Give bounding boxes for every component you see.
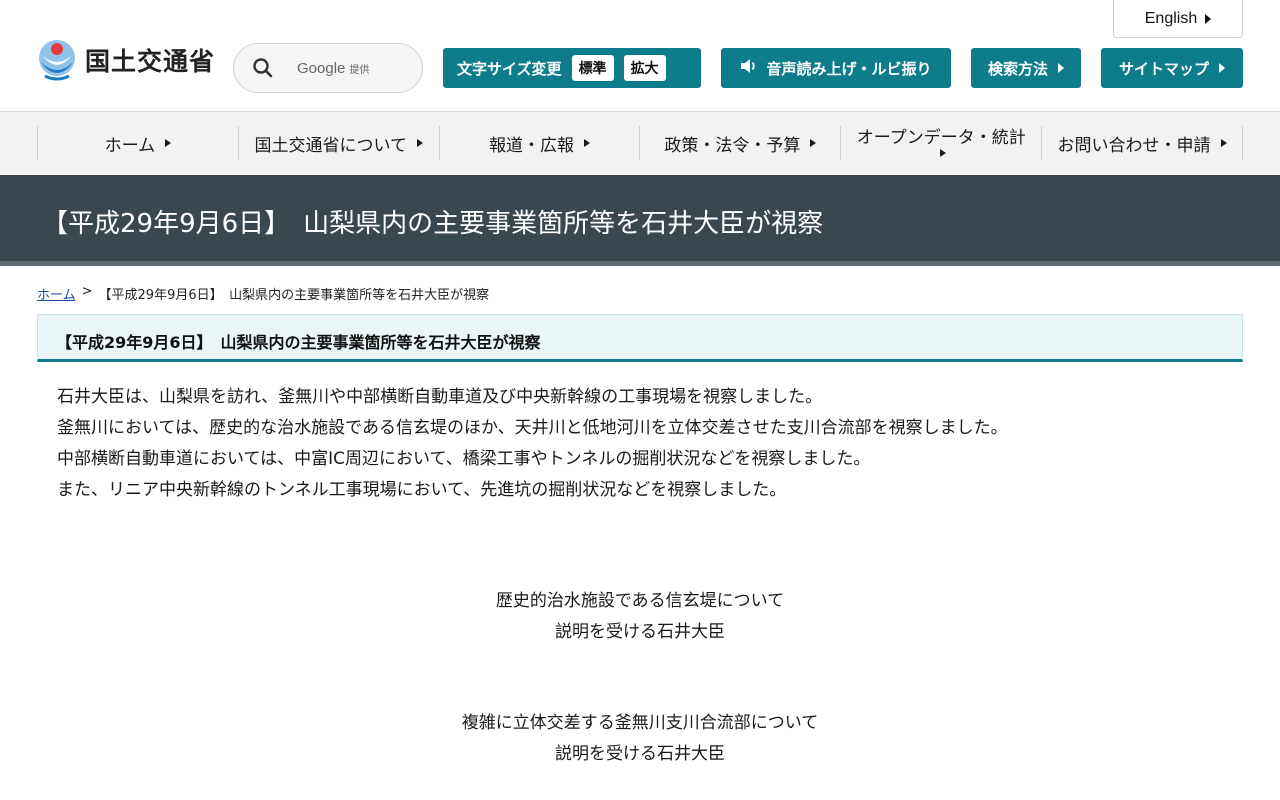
nav-item-label: 国土交通省について [254,135,407,156]
photo-caption: 複雑に立体交差する釜無川支川合流部について 説明を受ける石井大臣 [0,708,1280,770]
nav-item-label: お問い合わせ・申請 [1057,135,1211,156]
search-method-label: 検索方法 [987,59,1048,78]
mlit-logo-icon [37,38,77,82]
font-size-large-button[interactable]: 拡大 [623,55,666,81]
nav-item-contact[interactable]: お問い合わせ・申請 [1041,126,1243,160]
nav-item-open-data[interactable]: オープンデータ・統計 [840,126,1041,160]
photo-caption-line: 歴史的治水施設である信玄堤について [495,591,785,611]
photo-caption-line: 説明を受ける石井大臣 [555,622,725,642]
nav-item-label: オープンデータ・統計 [856,127,1026,148]
font-size-control: 文字サイズ変更 標準 拡大 [443,48,701,88]
triangle-right-icon [584,139,591,147]
triangle-right-icon [1058,63,1064,73]
english-label: English [1144,9,1198,27]
nav-item-label: ホーム [104,135,156,156]
search-provider-sub: 提供 [349,64,370,76]
global-nav-list: ホーム 国土交通省について 報道・広報 政策・法令・予算 オープンデータ・統計 … [37,126,1243,160]
font-size-label: 文字サイズ変更 [457,59,562,78]
breadcrumb-current: 【平成29年9月6日】 山梨県内の主要事業箇所等を石井大臣が視察 [98,288,490,303]
article-paragraph: 石井大臣は、山梨県を訪れ、釜無川や中部横断自動車道及び中央新幹線の工事現場を視察… [57,387,823,407]
nav-item-about[interactable]: 国土交通省について [237,126,439,160]
photo-caption: 歴史的治水施設である信玄堤について 説明を受ける石井大臣 [0,586,1280,648]
triangle-right-icon [165,139,172,147]
voice-ruby-label: 音声読み上げ・ルビ振り [766,59,932,78]
sitemap-button[interactable]: サイトマップ [1101,48,1243,88]
breadcrumb-home-link[interactable]: ホーム [37,284,76,303]
article-paragraph: また、リニア中央新幹線のトンネル工事現場において、先進坑の掘削状況などを視察しま… [57,480,787,500]
site-header: 国土交通省 Google 提供 文字サイズ変更 標準 拡大 音声読み上げ・ルビ振… [0,0,1280,112]
article-body: 石井大臣は、山梨県を訪れ、釜無川や中部横断自動車道及び中央新幹線の工事現場を視察… [57,382,1237,506]
triangle-right-icon [810,139,817,147]
nav-item-policy[interactable]: 政策・法令・予算 [639,126,840,160]
logo-text: 国土交通省 [85,47,216,76]
triangle-right-icon [940,149,947,158]
page-title: 【平成29年9月6日】 山梨県内の主要事業箇所等を石井大臣が視察 [42,209,824,239]
breadcrumb-separator: > [81,284,93,299]
triangle-right-icon [1219,63,1225,73]
site-search-box[interactable]: Google 提供 [233,43,423,93]
speaker-icon [740,58,758,78]
site-logo[interactable]: 国土交通省 [37,38,215,82]
triangle-right-icon [1205,13,1212,24]
article-paragraph: 釜無川においては、歴史的な治水施設である信玄堤のほか、天井川と低地河川を立体交差… [57,418,1008,438]
nav-item-home[interactable]: ホーム [37,126,238,160]
font-size-standard-button[interactable]: 標準 [571,55,614,81]
photo-caption-line: 複雑に立体交差する釜無川支川合流部について [461,713,819,733]
voice-ruby-button[interactable]: 音声読み上げ・ルビ振り [721,48,951,88]
global-nav: ホーム 国土交通省について 報道・広報 政策・法令・予算 オープンデータ・統計 … [0,112,1280,175]
search-icon[interactable] [251,56,275,80]
search-provider-name: Google [297,59,346,77]
photo-caption-line: 説明を受ける石井大臣 [555,744,725,764]
breadcrumb: ホーム > 【平成29年9月6日】 山梨県内の主要事業箇所等を石井大臣が視察 [37,284,489,303]
page-title-band: 【平成29年9月6日】 山梨県内の主要事業箇所等を石井大臣が視察 [0,175,1280,266]
triangle-right-icon [1220,139,1227,147]
english-button[interactable]: English [1113,0,1243,38]
nav-item-press[interactable]: 報道・広報 [438,126,640,160]
search-method-button[interactable]: 検索方法 [971,48,1081,88]
nav-item-label: 政策・法令・予算 [664,135,801,156]
section-heading: 【平成29年9月6日】 山梨県内の主要事業箇所等を石井大臣が視察 [37,314,1243,362]
search-provider: Google 提供 [297,60,369,77]
section-heading-text: 【平成29年9月6日】 山梨県内の主要事業箇所等を石井大臣が視察 [56,333,541,352]
triangle-right-icon [416,139,423,147]
article-paragraph: 中部横断自動車道においては、中富IC周辺において、橋梁工事やトンネルの掘削状況な… [57,449,871,469]
sitemap-label: サイトマップ [1118,59,1209,78]
nav-item-label: 報道・広報 [489,135,575,156]
